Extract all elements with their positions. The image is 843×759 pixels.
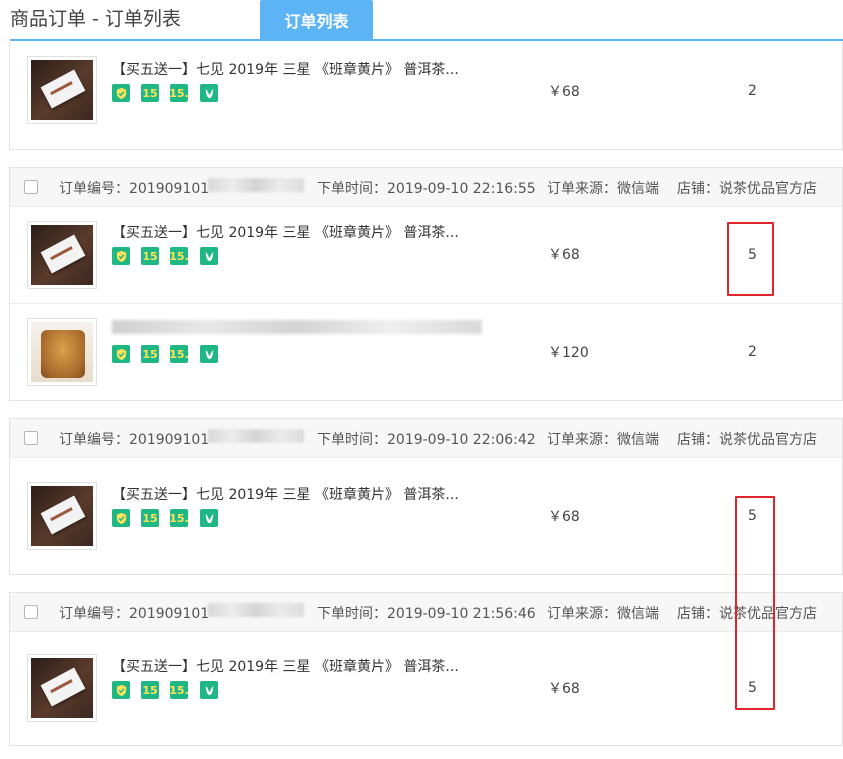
item-price: ￥68 — [548, 509, 580, 525]
order-number: 订单编号：201909101 — [59, 181, 210, 197]
item-price: ￥68 — [548, 84, 580, 100]
leaf-v-icon — [200, 509, 218, 527]
shield-check-icon — [112, 345, 130, 363]
order-card: 订单编号：201909101 下单时间：2019-09-10 21:56:46 … — [9, 592, 843, 746]
order-item: 【买五送一】七见 2019年 三星 《班章黄片》 普洱茶... 15 15. ￥6… — [10, 632, 842, 746]
shield-check-icon — [112, 84, 130, 102]
badge-15-icon: 15 — [141, 509, 159, 527]
order-checkbox[interactable] — [24, 180, 38, 194]
redacted-mask — [208, 603, 304, 617]
page-header: 商品订单 - 订单列表 订单列表 — [0, 0, 843, 42]
order-item: 15 15. ￥120 2 — [10, 304, 842, 401]
shield-check-icon — [112, 681, 130, 699]
order-header: 订单编号：201909101 下单时间：2019-09-10 22:06:42 … — [10, 419, 842, 458]
leaf-v-icon — [200, 84, 218, 102]
order-shop: 店铺：说茶优品官方店 — [677, 181, 817, 197]
badge-15-icon: 15 — [141, 247, 159, 265]
order-card: 【买五送一】七见 2019年 三星 《班章黄片》 普洱茶... 15 15. ￥6… — [9, 42, 843, 150]
order-number: 订单编号：201909101 — [59, 432, 210, 448]
item-price: ￥68 — [548, 681, 580, 697]
product-thumbnail[interactable] — [27, 654, 97, 722]
order-checkbox[interactable] — [24, 605, 38, 619]
order-time: 下单时间：2019-09-10 22:06:42 — [317, 432, 536, 448]
leaf-v-icon — [200, 247, 218, 265]
breadcrumb: 商品订单 - 订单列表 — [10, 8, 181, 30]
order-card: 订单编号：201909101 下单时间：2019-09-10 22:16:55 … — [9, 167, 843, 401]
order-source: 订单来源：微信端 — [547, 181, 659, 197]
order-item: 【买五送一】七见 2019年 三星 《班章黄片》 普洱茶... 15 15. ￥6… — [10, 42, 842, 150]
order-source: 订单来源：微信端 — [547, 606, 659, 622]
badge-15-dot-icon: 15. — [169, 681, 189, 699]
product-title[interactable]: 【买五送一】七见 2019年 三星 《班章黄片》 普洱茶... — [112, 222, 459, 242]
product-thumbnail[interactable] — [27, 221, 97, 289]
order-number: 订单编号：201909101 — [59, 606, 210, 622]
order-header: 订单编号：201909101 下单时间：2019-09-10 21:56:46 … — [10, 593, 842, 632]
item-quantity: 2 — [748, 344, 757, 360]
highlight-box-qty-column — [735, 496, 775, 710]
leaf-v-icon — [200, 345, 218, 363]
product-title-redacted[interactable] — [112, 320, 482, 334]
redacted-mask — [208, 178, 304, 192]
redacted-mask — [208, 429, 304, 443]
order-checkbox[interactable] — [24, 431, 38, 445]
header-divider — [10, 39, 843, 41]
badge-15-icon: 15 — [141, 84, 159, 102]
item-quantity: 2 — [748, 83, 757, 99]
product-title[interactable]: 【买五送一】七见 2019年 三星 《班章黄片》 普洱茶... — [112, 59, 459, 79]
tab-order-list[interactable]: 订单列表 — [260, 0, 373, 40]
highlight-box-qty — [727, 222, 774, 296]
item-price: ￥68 — [548, 247, 580, 263]
order-source: 订单来源：微信端 — [547, 432, 659, 448]
product-thumbnail[interactable] — [27, 482, 97, 550]
product-thumbnail[interactable] — [27, 318, 97, 386]
order-card: 订单编号：201909101 下单时间：2019-09-10 22:06:42 … — [9, 418, 843, 575]
badge-15-icon: 15 — [141, 681, 159, 699]
item-price: ￥120 — [548, 345, 589, 361]
badge-15-dot-icon: 15. — [169, 247, 189, 265]
product-title[interactable]: 【买五送一】七见 2019年 三星 《班章黄片》 普洱茶... — [112, 656, 459, 676]
order-time: 下单时间：2019-09-10 21:56:46 — [317, 606, 536, 622]
badge-15-dot-icon: 15. — [169, 84, 189, 102]
shield-check-icon — [112, 247, 130, 265]
product-title[interactable]: 【买五送一】七见 2019年 三星 《班章黄片》 普洱茶... — [112, 484, 459, 504]
badge-15-icon: 15 — [141, 345, 159, 363]
order-shop: 店铺：说茶优品官方店 — [677, 432, 817, 448]
order-item: 【买五送一】七见 2019年 三星 《班章黄片》 普洱茶... 15 15. ￥6… — [10, 458, 842, 575]
leaf-v-icon — [200, 681, 218, 699]
product-thumbnail[interactable] — [27, 56, 97, 124]
shield-check-icon — [112, 509, 130, 527]
order-item: 【买五送一】七见 2019年 三星 《班章黄片》 普洱茶... 15 15. ￥6… — [10, 207, 842, 303]
order-time: 下单时间：2019-09-10 22:16:55 — [317, 181, 536, 197]
badge-15-dot-icon: 15. — [169, 345, 189, 363]
order-header: 订单编号：201909101 下单时间：2019-09-10 22:16:55 … — [10, 168, 842, 207]
badge-15-dot-icon: 15. — [169, 509, 189, 527]
